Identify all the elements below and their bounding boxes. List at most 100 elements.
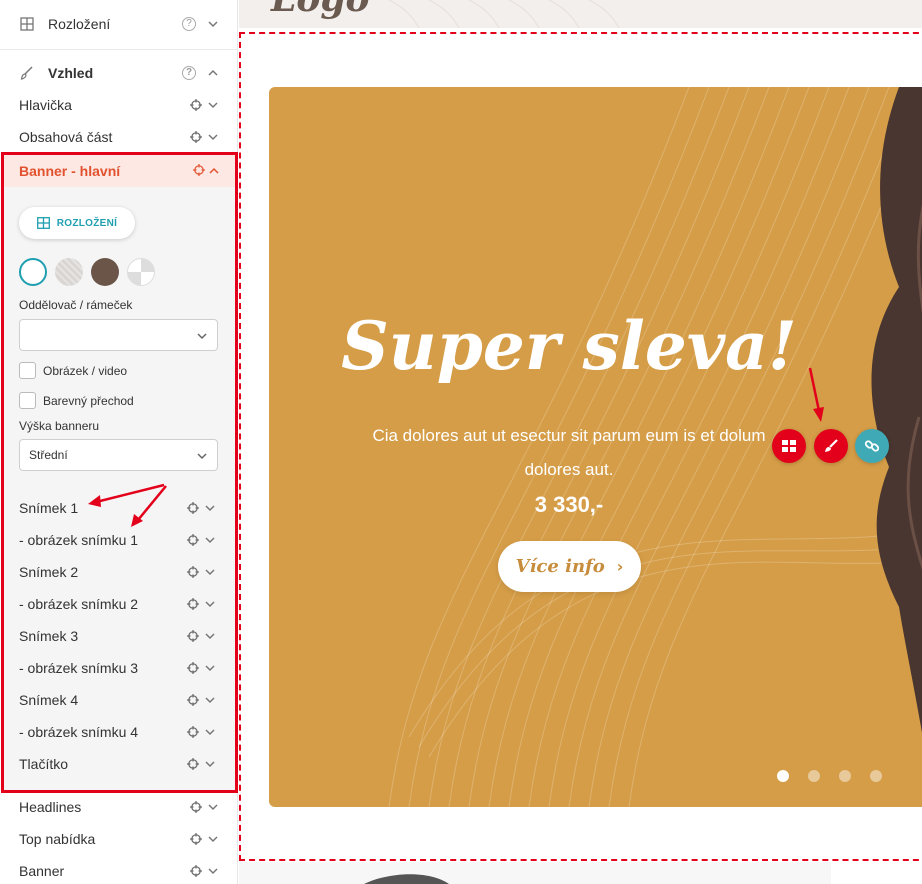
banner-title: Super sleva! [341, 307, 797, 385]
chevron-down-icon[interactable] [208, 834, 218, 844]
sidebar-item-label: - obrázek snímku 2 [19, 596, 139, 612]
chevron-down-icon[interactable] [208, 19, 218, 29]
style-tool-button[interactable] [814, 429, 848, 463]
sidebar-item-label: Snímek 3 [19, 628, 79, 644]
color-swatch-transparent[interactable] [127, 258, 155, 286]
color-transition-label: Barevný přechod [43, 393, 134, 408]
chevron-right-icon: › [616, 557, 624, 576]
target-icon[interactable] [187, 534, 199, 546]
sidebar-item-label: Top nabídka [19, 831, 96, 847]
sidebar-item-label: - obrázek snímku 3 [19, 660, 139, 676]
banner-price: 3 330,- [534, 492, 604, 517]
brush-icon [19, 65, 35, 81]
chevron-down-icon[interactable] [205, 503, 215, 513]
color-swatch-light[interactable] [55, 258, 83, 286]
slide-dot-1[interactable] [777, 770, 789, 782]
sidebar-item-banner[interactable]: Banner [0, 855, 238, 884]
chevron-down-icon[interactable] [205, 631, 215, 641]
target-icon[interactable] [190, 131, 202, 143]
target-icon[interactable] [187, 502, 199, 514]
color-swatch-brown[interactable] [91, 258, 119, 286]
target-icon[interactable] [187, 694, 199, 706]
banner-main-header[interactable]: Banner - hlavní [4, 155, 235, 187]
slide-2-image-item[interactable]: - obrázek snímku 2 [0, 588, 231, 620]
target-icon[interactable] [190, 801, 202, 813]
chevron-up-icon[interactable] [208, 68, 218, 78]
sidebar-item-content[interactable]: Obsahová část [0, 121, 238, 153]
section-appearance-label: Vzhled [48, 65, 94, 81]
section-appearance[interactable]: Vzhled ? [0, 57, 238, 89]
section-layout[interactable]: Rozložení ? [0, 8, 238, 40]
target-icon[interactable] [193, 164, 205, 176]
slide-dot-3[interactable] [839, 770, 851, 782]
banner-height-select[interactable]: Střední [19, 439, 218, 471]
banner-height-value: Střední [29, 448, 68, 462]
target-icon[interactable] [187, 726, 199, 738]
sidebar-item-label: Snímek 1 [19, 500, 79, 516]
section-layout-label: Rozložení [48, 16, 111, 32]
color-swatch-white[interactable] [19, 258, 47, 286]
help-icon[interactable]: ? [182, 66, 196, 80]
banner-main-panel: Banner - hlavní ROZLOŽENÍ Oddělovač / rá… [1, 152, 238, 793]
slide-dot-4[interactable] [870, 770, 882, 782]
banner-height-label: Výška banneru [19, 419, 100, 433]
link-icon [864, 440, 880, 452]
slide-dot-2[interactable] [808, 770, 820, 782]
chevron-down-icon[interactable] [208, 100, 218, 110]
target-icon[interactable] [187, 662, 199, 674]
link-tool-button[interactable] [855, 429, 889, 463]
target-icon[interactable] [187, 566, 199, 578]
sidebar-item-label: Headlines [19, 799, 82, 815]
sidebar-item-top-menu[interactable]: Top nabídka [0, 823, 238, 855]
slide-4-item[interactable]: Snímek 4 [0, 684, 231, 716]
slide-3-image-item[interactable]: - obrázek snímku 3 [0, 652, 231, 684]
chevron-down-icon[interactable] [208, 866, 218, 876]
next-section-image [239, 862, 831, 884]
color-transition-option[interactable]: Barevný přechod [19, 392, 134, 409]
chevron-up-icon[interactable] [209, 166, 219, 176]
brush-icon [825, 439, 838, 452]
target-icon[interactable] [190, 833, 202, 845]
help-icon[interactable]: ? [182, 17, 196, 31]
image-video-label: Obrázek / video [43, 363, 128, 378]
chevron-down-icon[interactable] [205, 567, 215, 577]
slide-3-item[interactable]: Snímek 3 [0, 620, 231, 652]
divider-label: Oddělovač / rámeček [19, 298, 133, 312]
target-icon[interactable] [187, 758, 199, 770]
chevron-down-icon[interactable] [205, 759, 215, 769]
sidebar-item-label: Banner [19, 863, 65, 879]
chevron-down-icon[interactable] [208, 802, 218, 812]
image-video-checkbox[interactable] [19, 362, 36, 379]
layout-grid-icon [36, 217, 50, 229]
chevron-down-icon[interactable] [205, 695, 215, 705]
target-icon[interactable] [187, 598, 199, 610]
chevron-down-icon [197, 333, 207, 340]
slide-2-item[interactable]: Snímek 2 [0, 556, 231, 588]
divider-select[interactable] [19, 319, 218, 351]
next-section-preview [239, 862, 922, 884]
chevron-down-icon[interactable] [205, 535, 215, 545]
sidebar-item-label: - obrázek snímku 1 [19, 532, 139, 548]
target-icon[interactable] [190, 99, 202, 111]
logo[interactable]: Logo [271, 0, 370, 20]
slide-4-image-item[interactable]: - obrázek snímku 4 [0, 716, 231, 748]
target-icon[interactable] [190, 865, 202, 877]
sidebar-item-label: Tlačítko [19, 756, 69, 772]
chevron-down-icon [197, 453, 207, 460]
sidebar-item-header[interactable]: Hlavička [0, 89, 238, 121]
layout-button[interactable]: ROZLOŽENÍ [19, 207, 135, 239]
color-transition-checkbox[interactable] [19, 392, 36, 409]
chevron-down-icon[interactable] [205, 599, 215, 609]
sidebar: Rozložení ? Vzhled ? Hlavička Obsahová č… [0, 0, 238, 884]
chevron-down-icon[interactable] [205, 663, 215, 673]
slider-pagination [777, 770, 882, 782]
target-icon[interactable] [187, 630, 199, 642]
banner-description: Cia dolores aut ut esectur sit parum eum… [372, 426, 766, 479]
chevron-down-icon[interactable] [208, 132, 218, 142]
button-item[interactable]: Tlačítko [0, 748, 231, 780]
image-video-option[interactable]: Obrázek / video [19, 362, 127, 379]
layout-tool-button[interactable] [772, 429, 806, 463]
more-info-button[interactable]: Více info › [498, 541, 641, 592]
chevron-down-icon[interactable] [205, 727, 215, 737]
sidebar-item-headlines[interactable]: Headlines [0, 791, 238, 823]
